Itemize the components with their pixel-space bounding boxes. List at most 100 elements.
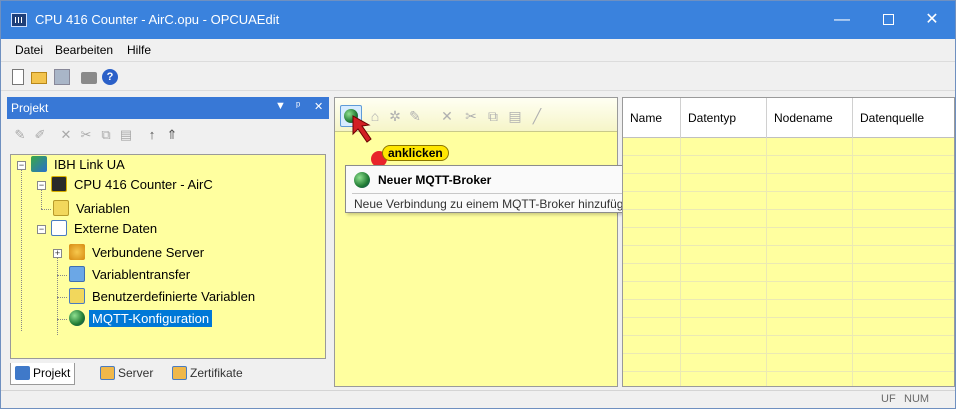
cut-icon[interactable]: ✂ — [463, 108, 479, 124]
edit-icon[interactable]: ✎ — [407, 108, 423, 124]
close-button[interactable]: ✕ — [909, 1, 955, 39]
tree-item-variablentransfer[interactable]: Variablentransfer — [69, 265, 193, 285]
tree-line — [57, 275, 67, 276]
grid-row — [623, 156, 954, 174]
move-top-icon[interactable]: ⇑ — [165, 128, 179, 142]
column-header-name[interactable]: Name — [623, 98, 681, 138]
project-panel-title: Projekt — [11, 101, 49, 115]
project-tree: − IBH Link UA − CPU 416 Counter - AirC V… — [10, 154, 326, 359]
grid-row — [623, 318, 954, 336]
maximize-button[interactable] — [865, 1, 911, 39]
project-toolbar: ✎ ✐ ✕ ✂ ⧉ ▤ ↑ ⇑ — [7, 119, 329, 149]
project-panel-header: Projekt ▼ ᵖ ✕ — [7, 97, 329, 119]
connected-servers-icon — [69, 244, 85, 260]
tree-item-verbundene-server[interactable]: Verbundene Server — [69, 243, 207, 263]
grid-row — [623, 210, 954, 228]
grid-row — [623, 174, 954, 192]
server-network-icon — [31, 156, 47, 172]
grid-row — [623, 138, 954, 156]
globe-icon — [69, 310, 85, 326]
tab-zertifikate[interactable]: Zertifikate — [168, 363, 247, 385]
expand-toggle[interactable]: − — [17, 161, 26, 170]
panel-close-button[interactable]: ✕ — [314, 100, 323, 113]
expand-toggle[interactable]: + — [53, 249, 62, 258]
grid-row — [623, 192, 954, 210]
app-window: CPU 416 Counter - AirC.opu - OPCUAEdit —… — [0, 0, 956, 409]
project-panel: Projekt ▼ ᵖ ✕ ✎ ✐ ✕ ✂ ⧉ ▤ ↑ ⇑ − IBH Link… — [7, 97, 329, 387]
tree-line — [57, 249, 58, 335]
custom-variables-icon — [69, 288, 85, 304]
status-uf: UF — [881, 393, 896, 405]
panel-pin-button[interactable]: ᵖ — [296, 100, 300, 112]
paste-icon[interactable]: ▤ — [507, 108, 523, 124]
tree-line — [41, 209, 51, 210]
expand-toggle[interactable]: − — [37, 181, 46, 190]
delete-icon[interactable]: ✕ — [439, 108, 455, 124]
grid-row — [623, 246, 954, 264]
maximize-icon — [882, 14, 894, 26]
project-panel-tabs: Projekt Server Zertifikate — [10, 363, 326, 385]
menu-datei[interactable]: Datei — [15, 43, 43, 57]
cpu-icon — [51, 176, 67, 192]
server-icon — [100, 366, 115, 380]
grid-row — [623, 282, 954, 300]
grid-row — [623, 228, 954, 246]
column-header-datenquelle[interactable]: Datenquelle — [853, 98, 954, 138]
tree-item-cpu[interactable]: CPU 416 Counter - AirC — [51, 175, 216, 195]
main-toolbar: ? — [1, 61, 955, 91]
mqtt-panel: ⌂ ✲ ✎ ✕ ✂ ⧉ ▤ ╱ anklicken — [334, 97, 618, 387]
app-logo-icon — [11, 13, 27, 27]
help-icon[interactable]: ? — [102, 69, 118, 85]
grid-header: Name Datentyp Nodename Datenquelle — [623, 98, 954, 138]
transfer-icon — [69, 266, 85, 282]
status-bar: UF NUM — [1, 390, 955, 408]
project-icon — [15, 366, 30, 380]
menu-hilfe[interactable]: Hilfe — [127, 43, 151, 57]
table-icon — [53, 200, 69, 216]
minimize-button[interactable]: — — [819, 1, 865, 39]
window-title: CPU 416 Counter - AirC.opu - OPCUAEdit — [35, 12, 280, 27]
column-header-nodename[interactable]: Nodename — [767, 98, 853, 138]
tooltip-description: Neue Verbindung zu einem MQTT-Broker hin… — [354, 197, 641, 211]
add-topic-icon[interactable]: ✲ — [387, 108, 403, 124]
move-up-icon[interactable]: ↑ — [145, 128, 159, 142]
tree-item-variablen[interactable]: Variablen — [53, 199, 133, 219]
menu-bar: Datei Bearbeiten Hilfe — [1, 39, 955, 61]
save-icon[interactable] — [54, 69, 70, 85]
tree-line — [57, 319, 67, 320]
grid-row — [623, 264, 954, 282]
tree-line — [41, 189, 42, 209]
rename-icon[interactable]: ╱ — [529, 108, 545, 124]
grid-row — [623, 300, 954, 318]
title-bar[interactable]: CPU 416 Counter - AirC.opu - OPCUAEdit —… — [1, 1, 955, 39]
external-data-icon — [51, 220, 67, 236]
tree-item-ibh-link-ua[interactable]: IBH Link UA — [31, 155, 128, 175]
copy-icon[interactable]: ⧉ — [485, 108, 501, 124]
edit-icon[interactable]: ✐ — [33, 128, 47, 142]
new-file-icon[interactable] — [12, 69, 24, 85]
tab-server[interactable]: Server — [96, 363, 157, 385]
panel-dropdown-button[interactable]: ▼ — [275, 100, 286, 112]
grid-row — [623, 336, 954, 354]
delete-icon[interactable]: ✕ — [59, 128, 73, 142]
tree-item-benutzerdefinierte-variablen[interactable]: Benutzerdefinierte Variablen — [69, 287, 258, 307]
paste-icon[interactable]: ▤ — [119, 128, 133, 142]
menu-bearbeiten[interactable]: Bearbeiten — [55, 43, 113, 57]
tree-line — [21, 169, 22, 331]
cut-icon[interactable]: ✂ — [79, 128, 93, 142]
open-folder-icon[interactable] — [31, 72, 47, 84]
tree-item-mqtt-konfiguration[interactable]: MQTT-Konfiguration — [69, 309, 213, 329]
print-icon[interactable] — [81, 72, 97, 84]
grid-row — [623, 354, 954, 372]
column-header-datentyp[interactable]: Datentyp — [681, 98, 767, 138]
click-callout: anklicken — [382, 145, 449, 161]
tab-projekt[interactable]: Projekt — [10, 363, 76, 385]
expand-toggle[interactable]: − — [37, 225, 46, 234]
tooltip-title: Neuer MQTT-Broker — [378, 173, 492, 187]
certificate-icon — [172, 366, 187, 380]
add-item-icon[interactable]: ✎ — [13, 128, 27, 142]
status-num: NUM — [904, 393, 930, 405]
globe-icon — [354, 172, 370, 188]
copy-icon[interactable]: ⧉ — [99, 128, 113, 142]
tree-item-externe-daten[interactable]: Externe Daten — [51, 219, 160, 239]
